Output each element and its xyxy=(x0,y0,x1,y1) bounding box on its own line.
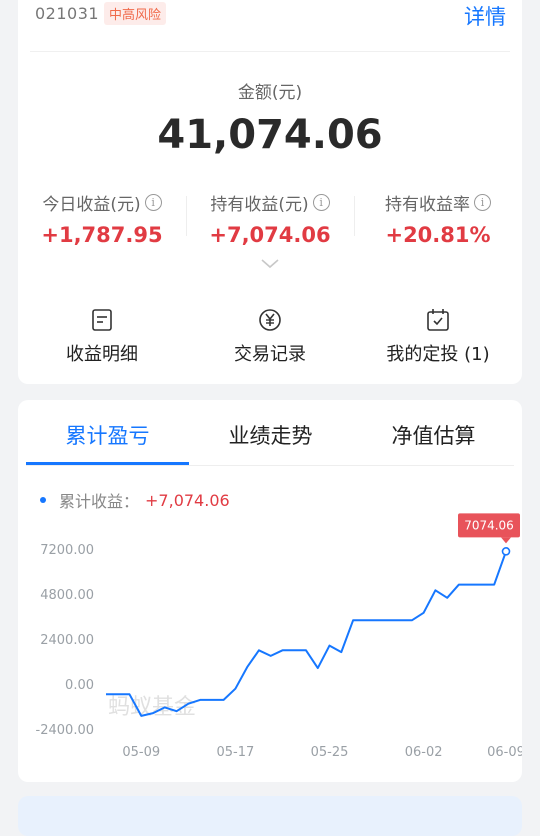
tooltip: 7074.06 xyxy=(458,513,520,544)
series-point xyxy=(364,619,366,621)
stat-today-profit[interactable]: 今日收益(元) i +1,787.95 xyxy=(18,190,186,247)
amount-label: 金额(元) xyxy=(237,83,303,103)
series-point xyxy=(199,699,201,701)
x-tick-label: 05-17 xyxy=(217,745,255,760)
info-icon[interactable]: i xyxy=(312,194,330,211)
stat-holding-rate[interactable]: 持有收益率 i +20.81% xyxy=(354,190,522,247)
y-tick-label: 4800.00 xyxy=(40,588,94,603)
series-point xyxy=(305,649,307,651)
risk-badge: 中高风险 xyxy=(104,2,167,25)
series-point xyxy=(258,649,260,651)
chevron-down-icon[interactable] xyxy=(261,258,279,270)
detail-link[interactable]: 详情 xyxy=(464,1,506,31)
y-tick-label: 2400.00 xyxy=(40,633,94,648)
tooltip-text: 7074.06 xyxy=(464,518,514,532)
action-label: 收益明细 xyxy=(66,344,138,365)
y-tick-label: 0.00 xyxy=(65,678,94,693)
series-point xyxy=(246,666,248,668)
series-point xyxy=(481,584,483,586)
amount-value: 41,074.06 xyxy=(157,112,383,158)
series-line xyxy=(106,551,507,717)
divider xyxy=(30,51,510,52)
series-point xyxy=(152,712,154,714)
action-profit-detail[interactable]: 收益明细 xyxy=(18,308,186,366)
series-point xyxy=(434,589,436,591)
stat-value: +20.81% xyxy=(385,223,491,247)
series-point xyxy=(458,584,460,586)
series-point xyxy=(493,584,495,586)
series-end-point[interactable] xyxy=(501,547,511,556)
series-point xyxy=(293,649,295,651)
action-label: 我的定投 (1) xyxy=(386,344,490,365)
stat-label: 今日收益(元) xyxy=(42,195,141,215)
y-tick-label: -2400.00 xyxy=(36,723,94,738)
x-tick-label: 05-09 xyxy=(122,745,160,760)
profit-line-chart[interactable]: 7200.00 4800.00 2400.00 0.00 -2400.00 05-09 0… xyxy=(18,400,522,782)
x-tick-label: 06-09 xyxy=(487,745,522,760)
document-icon xyxy=(18,308,186,332)
series-point xyxy=(317,667,319,669)
series-point xyxy=(187,703,189,705)
series-point xyxy=(117,693,119,695)
series-point xyxy=(270,655,272,657)
series-point xyxy=(234,688,236,690)
series-point xyxy=(329,645,331,647)
info-icon[interactable]: i xyxy=(144,194,162,211)
series-point xyxy=(376,619,378,621)
series-point xyxy=(423,612,425,614)
action-my-auto-invest[interactable]: 我的定投 (1) xyxy=(354,308,522,366)
stat-label: 持有收益率 xyxy=(385,195,470,215)
series-point xyxy=(176,710,178,712)
x-tick-label: 05-25 xyxy=(311,745,349,760)
series-point xyxy=(399,619,401,621)
bottom-info-card xyxy=(18,796,522,836)
series-point xyxy=(340,651,342,653)
series-point xyxy=(211,699,213,701)
holding-summary-card: 021031 中高风险 详情 金额(元) 41,074.06 今日收益(元) i … xyxy=(18,0,522,384)
stat-holding-profit[interactable]: 持有收益(元) i +7,074.06 xyxy=(186,190,354,247)
series-point xyxy=(140,715,142,717)
stat-label: 持有收益(元) xyxy=(210,195,309,215)
series-point xyxy=(446,597,448,599)
stat-value: +1,787.95 xyxy=(41,223,163,247)
series-point xyxy=(223,699,225,701)
series-point xyxy=(129,693,131,695)
series-point xyxy=(164,706,166,708)
yen-circle-icon xyxy=(186,308,354,332)
series-point xyxy=(470,584,472,586)
tooltip-arrow xyxy=(501,537,511,544)
info-icon[interactable]: i xyxy=(474,194,491,211)
series-point xyxy=(281,649,283,651)
x-tick-label: 06-02 xyxy=(405,745,443,760)
series-point xyxy=(411,619,413,621)
y-tick-label: 7200.00 xyxy=(40,543,94,558)
calendar-check-icon xyxy=(354,308,522,332)
profit-chart-card: 累计盈亏 业绩走势 净值估算 累计收益： +7,074.06 7200.00 48… xyxy=(18,400,522,782)
action-label: 交易记录 xyxy=(234,344,306,365)
fund-code: 021031 xyxy=(35,4,100,23)
series-point xyxy=(105,693,107,695)
series-point xyxy=(387,619,389,621)
series-point xyxy=(352,619,354,621)
stat-value: +7,074.06 xyxy=(209,223,331,247)
action-trade-records[interactable]: 交易记录 xyxy=(186,308,354,366)
